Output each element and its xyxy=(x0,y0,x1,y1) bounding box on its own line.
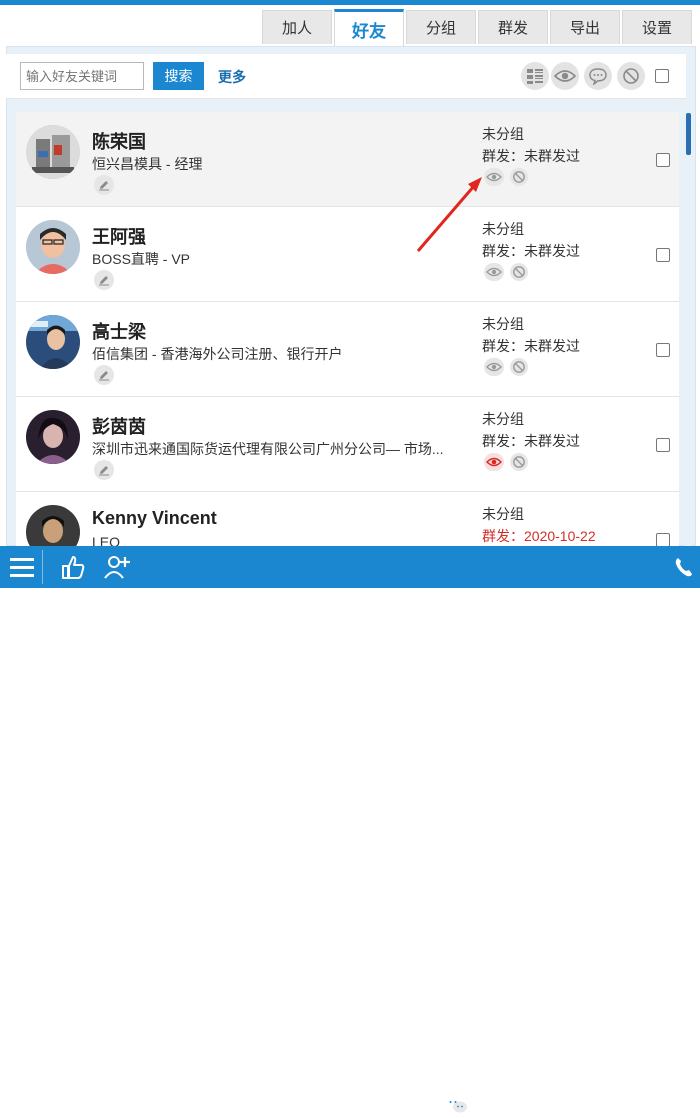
contact-company: 恒兴昌模具 - 经理 xyxy=(92,156,203,172)
contact-company: LEO xyxy=(92,534,121,546)
contact-name: 高士梁 xyxy=(92,322,146,342)
top-strip xyxy=(0,0,700,5)
group-label: 未分组 xyxy=(482,411,524,427)
contact-company: BOSS直聘 - VP xyxy=(92,251,191,267)
mass-send-status: 群发：未群发过 xyxy=(482,433,580,449)
avatar xyxy=(26,220,80,274)
eye-icon[interactable] xyxy=(484,453,504,471)
divider xyxy=(42,550,43,584)
list-item[interactable]: 王阿强 BOSS直聘 - VP 未分组 群发：未群发过 xyxy=(16,207,679,302)
row-checkbox[interactable] xyxy=(656,438,670,452)
phone-icon[interactable] xyxy=(672,552,696,582)
row-checkbox[interactable] xyxy=(656,533,670,546)
block-icon[interactable] xyxy=(510,358,528,376)
tab-settings[interactable]: 设置 xyxy=(622,10,692,44)
row-checkbox[interactable] xyxy=(656,248,670,262)
avatar xyxy=(26,505,80,546)
watermark: 微信号: VipMarketingClub xyxy=(444,1092,657,1118)
list-item[interactable]: 高士梁 佰信集团 - 香港海外公司注册、银行开户 未分组 群发：未群发过 xyxy=(16,302,679,397)
avatar xyxy=(26,125,80,179)
eye-icon[interactable] xyxy=(484,263,504,281)
avatar xyxy=(26,315,80,369)
pencil-icon[interactable] xyxy=(94,365,114,385)
more-link[interactable]: 更多 xyxy=(218,67,246,87)
eye-icon[interactable] xyxy=(484,168,504,186)
menu-icon[interactable] xyxy=(8,552,36,582)
list-item[interactable]: Kenny Vincent LEO 未分组 群发：2020-10-22 xyxy=(16,492,679,546)
search-bar: 搜索 更多 xyxy=(6,54,686,99)
mass-send-status: 群发：未群发过 xyxy=(482,338,580,354)
group-label: 未分组 xyxy=(482,221,524,237)
row-checkbox[interactable] xyxy=(656,153,670,167)
pencil-icon[interactable] xyxy=(94,175,114,195)
list-item[interactable]: 陈荣国 恒兴昌模具 - 经理 未分组 群发：未群发过 xyxy=(16,112,679,207)
watermark-text: 微信号: VipMarketingClub xyxy=(474,1099,657,1116)
group-label: 未分组 xyxy=(482,126,524,142)
block-icon[interactable] xyxy=(510,263,528,281)
block-icon[interactable] xyxy=(510,453,528,471)
eye-icon[interactable] xyxy=(484,358,504,376)
row-checkbox[interactable] xyxy=(656,343,670,357)
contact-name: Kenny Vincent xyxy=(92,508,217,528)
pencil-icon[interactable] xyxy=(94,460,114,480)
select-all-checkbox[interactable] xyxy=(655,69,669,83)
tab-mass-send[interactable]: 群发 xyxy=(478,10,548,44)
scrollbar-thumb[interactable] xyxy=(686,113,691,155)
contact-name: 陈荣国 xyxy=(92,132,146,152)
group-label: 未分组 xyxy=(482,506,524,522)
mass-send-status: 群发：未群发过 xyxy=(482,243,580,259)
contact-name: 彭茵茵 xyxy=(92,417,146,437)
contact-company: 深圳市迅来通国际货运代理有限公司广州分公司— 市场... xyxy=(92,441,444,457)
tab-export[interactable]: 导出 xyxy=(550,10,620,44)
search-button[interactable]: 搜索 xyxy=(153,62,204,90)
block-icon[interactable] xyxy=(617,62,645,90)
chat-bubble-icon[interactable] xyxy=(584,62,612,90)
eye-icon[interactable] xyxy=(551,62,579,90)
block-icon[interactable] xyxy=(510,168,528,186)
contact-company: 佰信集团 - 香港海外公司注册、银行开户 xyxy=(92,346,343,362)
pencil-icon[interactable] xyxy=(94,270,114,290)
group-label: 未分组 xyxy=(482,316,524,332)
add-user-icon[interactable] xyxy=(102,552,132,582)
list-item[interactable]: 彭茵茵 深圳市迅来通国际货运代理有限公司广州分公司— 市场... 未分组 群发：… xyxy=(16,397,679,492)
bottom-bar: 微信号: VipMarketingClub xyxy=(0,546,700,1116)
scrollbar-track[interactable] xyxy=(684,112,692,546)
friend-list: 陈荣国 恒兴昌模具 - 经理 未分组 群发：未群发过 王阿强 BOSS直聘 - … xyxy=(16,112,679,546)
tab-friends[interactable]: 好友 xyxy=(334,9,404,46)
wechat-logo-icon xyxy=(445,1096,467,1113)
grid-view-icon[interactable] xyxy=(521,62,549,90)
tab-bar: 加人 好友 分组 群发 导出 设置 xyxy=(262,9,692,46)
tab-add[interactable]: 加人 xyxy=(262,10,332,44)
thumbs-up-icon[interactable] xyxy=(58,552,88,582)
avatar xyxy=(26,410,80,464)
tab-groups[interactable]: 分组 xyxy=(406,10,476,44)
mass-send-status: 群发：2020-10-22 xyxy=(482,528,596,544)
contact-name: 王阿强 xyxy=(92,227,146,247)
search-input[interactable] xyxy=(20,62,144,90)
mass-send-status: 群发：未群发过 xyxy=(482,148,580,164)
